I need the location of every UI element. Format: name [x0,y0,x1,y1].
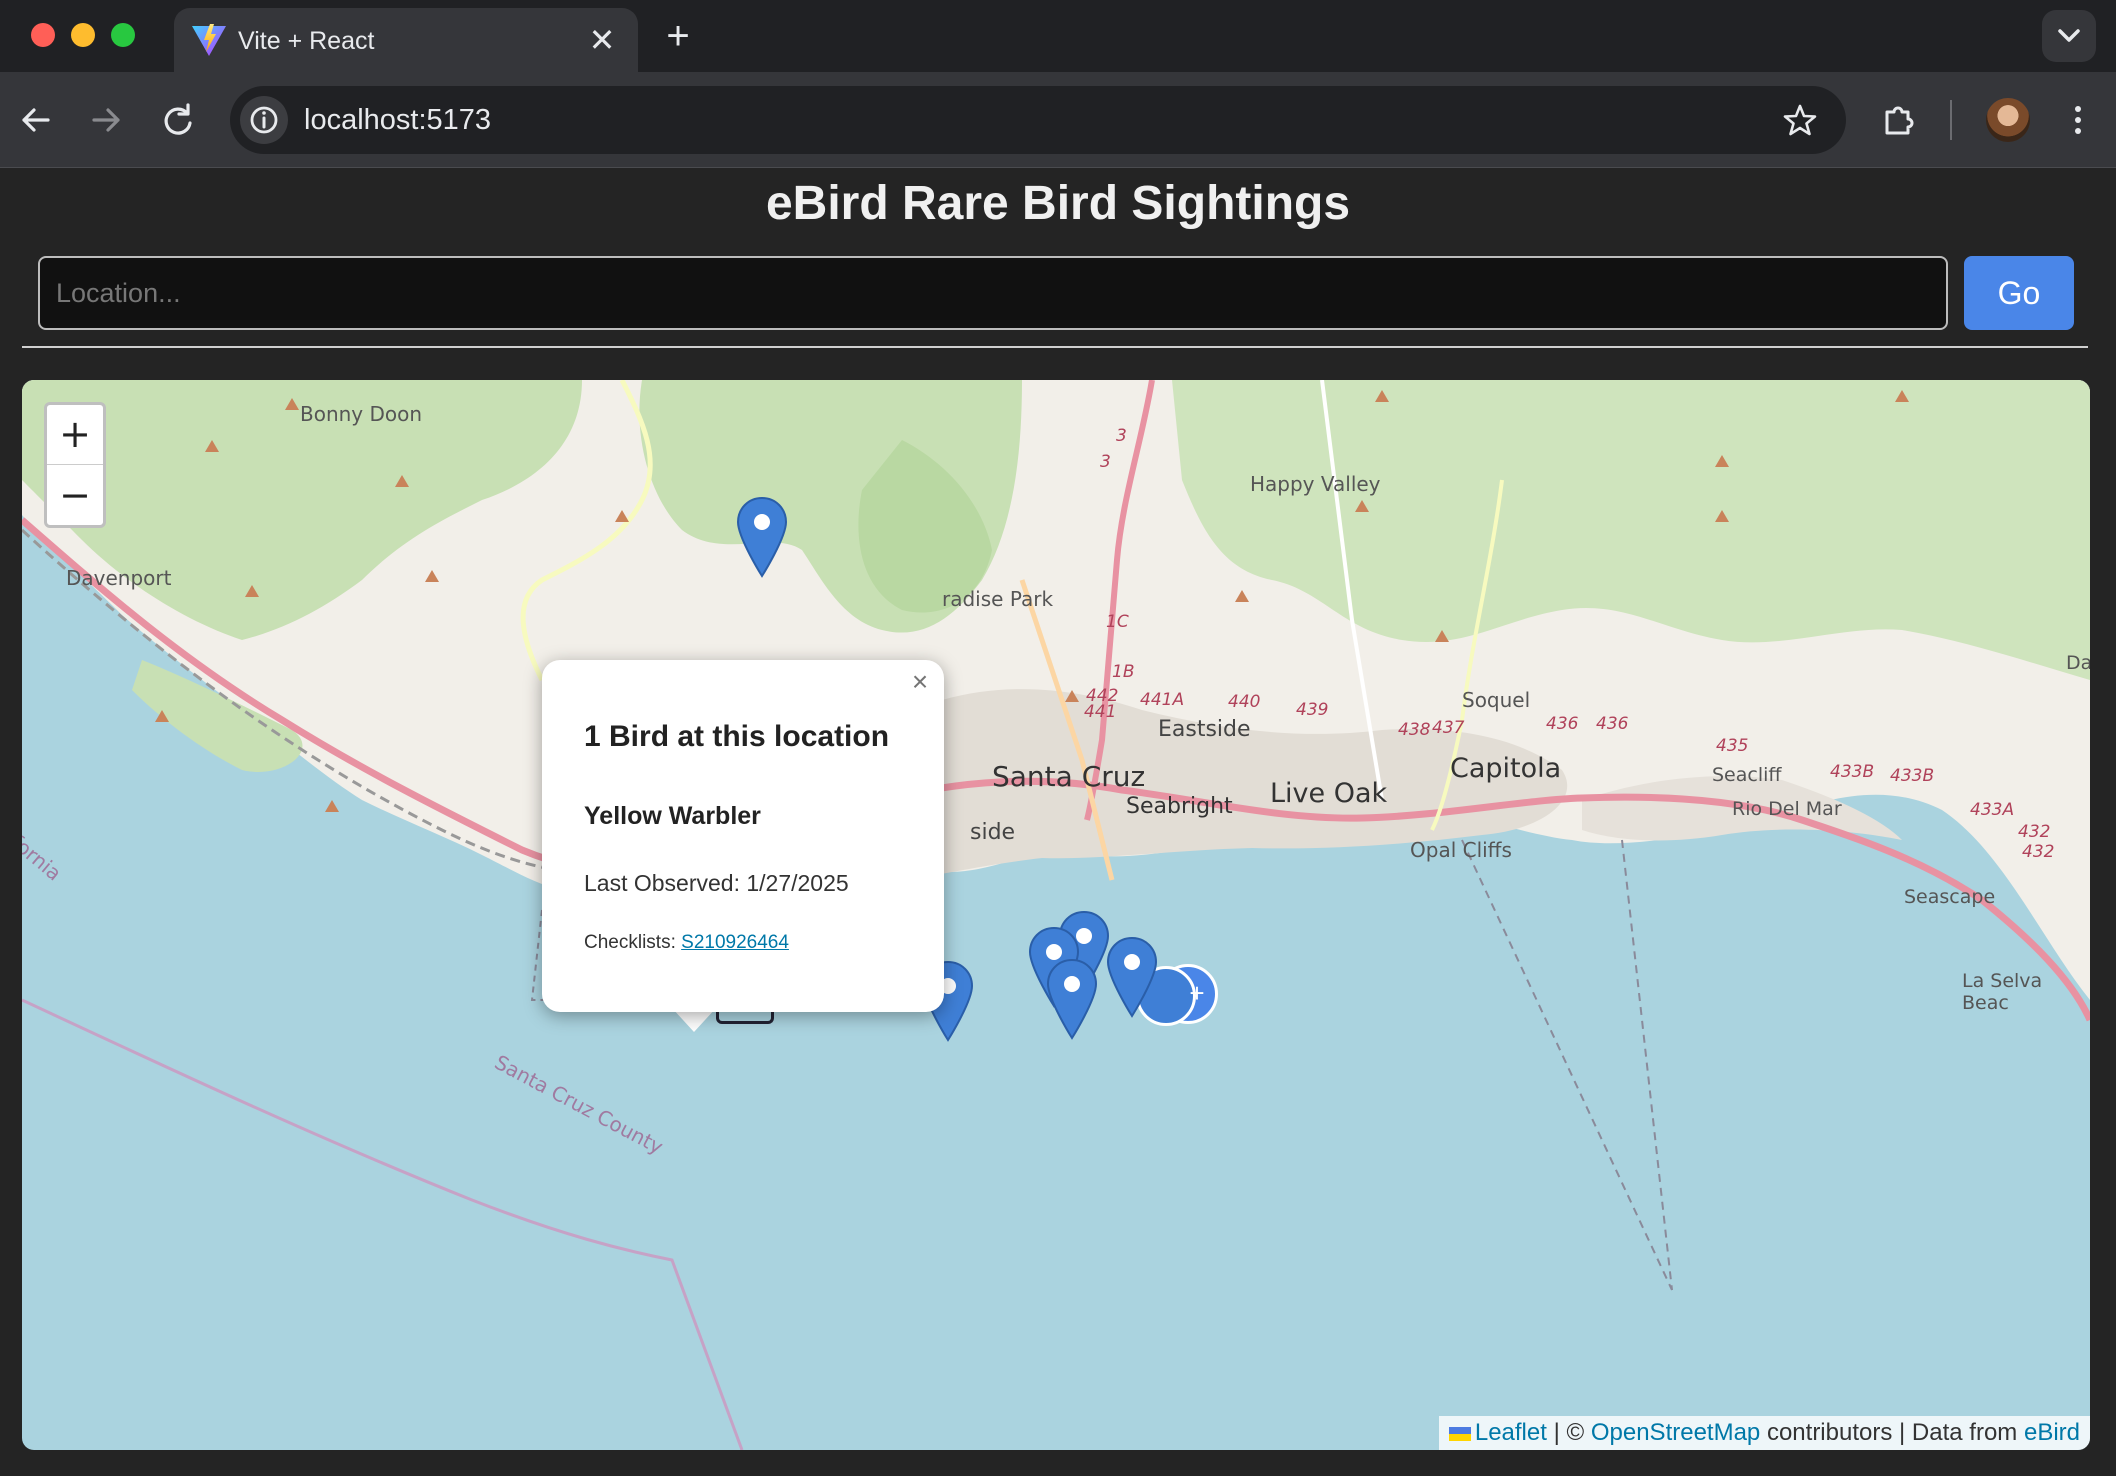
browser-toolbar: localhost:5173 [0,72,2116,168]
chevron-down-icon [2058,29,2080,42]
contributors-text: contributors [1766,1419,1893,1446]
site-info-button[interactable] [240,96,288,144]
back-arrow-icon[interactable] [12,96,60,144]
ferry-line [1621,839,1673,1291]
cluster-plus-icon: + [1189,978,1205,1008]
window-minimize-button[interactable] [71,23,95,47]
ferry-line [1461,839,1673,1291]
window-close-button[interactable] [31,23,55,47]
openstreetmap-link[interactable]: OpenStreetMap [1591,1419,1760,1446]
checklists-label: Checklists: [584,932,676,953]
tab-search-button[interactable] [2042,10,2096,62]
popup-close-icon[interactable]: × [906,668,934,696]
data-from-text: Data from [1911,1419,2018,1446]
divider-line [22,346,2088,348]
popup-checklists: Checklists: S210926464 [584,932,789,954]
popup-species: Yellow Warbler [584,802,761,830]
info-icon [250,106,278,134]
sighting-popup: × 1 Bird at this location Yellow Warbler… [542,660,944,1012]
location-search-form: Go [38,256,2074,330]
attribution-separator: | [1553,1419,1560,1446]
reload-icon[interactable] [154,96,202,144]
map-attribution: Leaflet | © OpenStreetMap contributors |… [1438,1416,2090,1450]
ebird-link[interactable]: eBird [2024,1419,2080,1446]
ukraine-flag-icon [1448,1427,1471,1441]
popup-last-observed: Last Observed: 1/27/2025 [584,870,849,897]
last-observed-label: Last Observed: [584,870,740,896]
go-button[interactable]: Go [1964,256,2074,330]
last-observed-date: 1/27/2025 [746,870,849,896]
sighting-marker[interactable] [1046,958,1098,1042]
sighting-marker[interactable] [736,496,788,580]
popup-title: 1 Bird at this location [584,720,890,753]
zoom-in-button[interactable]: + [47,405,103,465]
forward-arrow-icon[interactable] [82,96,130,144]
url-text: localhost:5173 [304,104,492,136]
location-input[interactable] [38,256,1948,330]
copyright-symbol: © [1566,1419,1585,1446]
tab-title: Vite + React [238,27,375,55]
browser-tab-active[interactable]: Vite + React ✕ [174,8,638,74]
vite-logo-icon [192,24,226,56]
extensions-puzzle-icon[interactable] [1875,96,1923,144]
tab-close-icon[interactable]: ✕ [584,22,620,58]
browser-tabstrip: Vite + React ✕ + [0,0,2116,74]
zoom-out-button[interactable]: − [47,466,103,526]
address-bar[interactable]: localhost:5173 [230,86,1846,154]
window-maximize-button[interactable] [111,23,135,47]
toolbar-divider [1950,100,1952,140]
bookmark-star-icon[interactable] [1782,102,1818,138]
map-tiles[interactable] [22,380,2090,1450]
profile-avatar[interactable] [1986,98,2030,142]
attribution-separator: | [1899,1419,1906,1446]
new-tab-button[interactable]: + [656,14,700,58]
leaflet-map[interactable]: Bonny Doon Happy Valley Davenport radise… [22,380,2090,1450]
county-line [22,998,744,1450]
kebab-menu-icon[interactable] [2054,96,2102,144]
page-title: eBird Rare Bird Sightings [765,177,1351,230]
zoom-control: + − [44,402,106,528]
checklist-link[interactable]: S210926464 [681,932,789,953]
page: eBird Rare Bird Sightings Go [0,168,2116,1476]
leaflet-link[interactable]: Leaflet [1475,1419,1547,1446]
sighting-marker[interactable] [1106,936,1158,1020]
